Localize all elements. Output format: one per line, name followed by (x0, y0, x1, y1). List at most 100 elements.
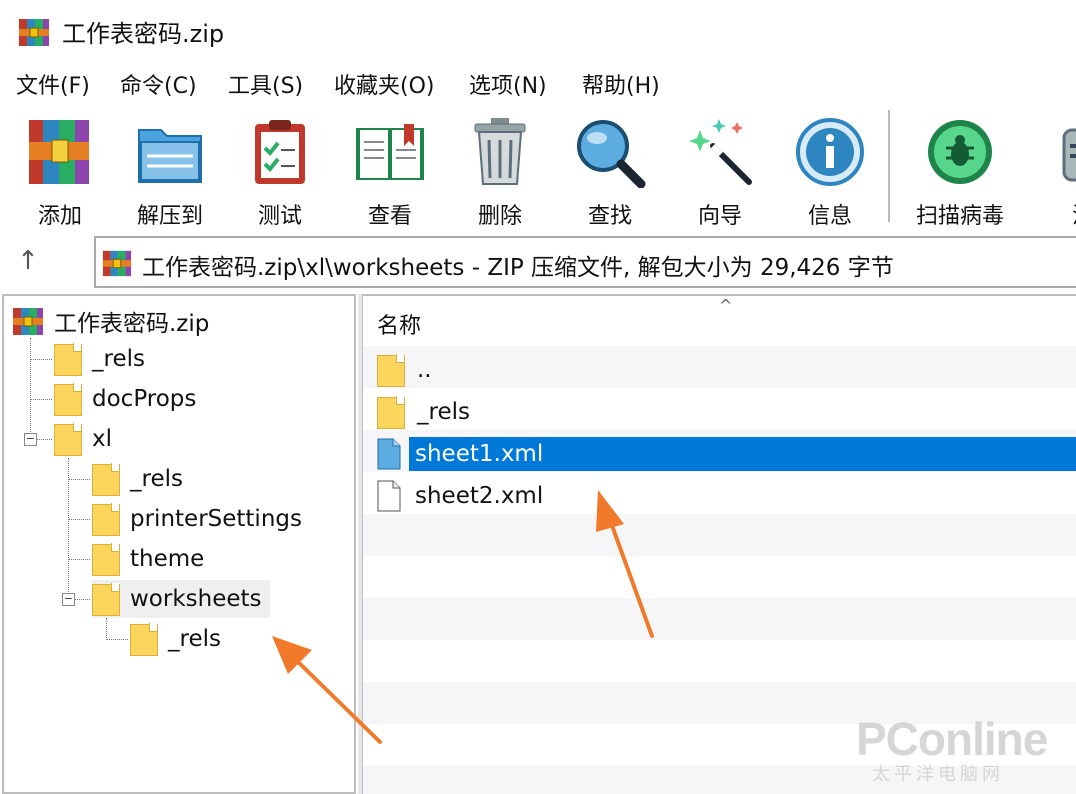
add-button[interactable]: 添加 (10, 112, 110, 230)
delete-label: 删除 (477, 204, 522, 229)
tree-connector (68, 479, 90, 480)
xml-file-icon (377, 438, 401, 470)
row-stripe (363, 346, 1076, 388)
wizard-button[interactable]: 向导 (670, 112, 770, 230)
tree-node-label: theme (130, 546, 205, 572)
window-title: 工作表密码.zip (62, 20, 225, 48)
view-label: 查看 (367, 204, 412, 229)
xml-file-icon (377, 480, 401, 512)
folder-icon (92, 463, 120, 496)
delete-trash-icon (474, 118, 526, 185)
delete-button[interactable]: 删除 (450, 112, 550, 230)
find-button[interactable]: 查找 (560, 112, 660, 230)
toolbar-separator (888, 110, 890, 222)
menu-bar: 文件(F) 命令(C) 工具(S) 收藏夹(O) 选项(N) 帮助(H) (0, 64, 1076, 100)
extract-to-label: 解压到 (136, 204, 203, 229)
folder-icon (54, 423, 82, 456)
view-book-icon (356, 124, 424, 180)
folder-icon (54, 343, 82, 376)
tree-node-rels[interactable]: _rels (54, 340, 145, 378)
add-label: 添加 (37, 204, 82, 229)
tree-connector (106, 639, 128, 640)
folder-icon (377, 396, 405, 429)
list-row-label: .. (417, 357, 432, 383)
folder-icon (130, 623, 158, 656)
test-label: 测试 (257, 204, 302, 229)
tree-node-label: _rels (168, 626, 221, 652)
menu-options[interactable]: 选项(N) (469, 68, 547, 100)
tree-node-label: _rels (92, 346, 145, 372)
folder-icon (54, 383, 82, 416)
list-row-sheet1[interactable]: sheet1.xml (377, 434, 1076, 474)
virus-scan-label: 扫描病毒 (915, 204, 1004, 229)
extract-to-icon (138, 129, 202, 183)
list-row-label: _rels (417, 399, 470, 425)
test-button[interactable]: 测试 (230, 112, 330, 230)
list-row-label: sheet2.xml (415, 483, 544, 509)
list-row-sheet2[interactable]: sheet2.xml (377, 476, 549, 516)
tree-connector (36, 439, 52, 440)
watermark-logo: PConline (856, 713, 1048, 765)
folder-icon (92, 583, 120, 616)
watermark-subtitle: 太平洋电脑网 (872, 764, 1004, 785)
tree-node-xl[interactable]: xl (54, 420, 112, 458)
winrar-archive-icon (102, 250, 132, 277)
tree-node-docprops[interactable]: docProps (54, 380, 196, 418)
folder-tree: 工作表密码.zip − _rels docProps xl − _rels pr… (2, 294, 356, 794)
tree-root[interactable]: 工作表密码.zip (12, 302, 209, 340)
virus-scan-button[interactable]: 扫描病毒 (910, 112, 1010, 230)
list-row-label: sheet1.xml (409, 437, 1076, 471)
comment-icon (1062, 128, 1076, 182)
folder-icon (92, 543, 120, 576)
list-row-rels[interactable]: _rels (377, 392, 476, 432)
tree-node-label: worksheets (130, 586, 262, 612)
tree-connector (106, 618, 107, 638)
tree-connector (68, 559, 90, 560)
tree-node-label: printerSettings (130, 506, 302, 532)
menu-favorites[interactable]: 收藏夹(O) (334, 68, 434, 100)
up-folder-arrow-icon[interactable]: ↑ (14, 246, 42, 276)
menu-help[interactable]: 帮助(H) (582, 68, 660, 100)
info-button[interactable]: 信息 (780, 112, 880, 230)
view-button[interactable]: 查看 (340, 112, 440, 230)
tree-node-printersettings[interactable]: printerSettings (92, 500, 302, 538)
toolbar: 添加 解压到 测试 查看 删除 查找 向导 信息 扫描病毒 (0, 102, 1076, 232)
tree-node-label: _rels (130, 466, 183, 492)
tree-connector (30, 359, 52, 360)
extract-to-button[interactable]: 解压到 (120, 112, 220, 230)
collapse-worksheets-toggle[interactable]: − (62, 593, 75, 606)
comment-label: 注 (1016, 198, 1076, 230)
folder-icon (377, 354, 405, 387)
column-header-name[interactable]: 名称 (377, 308, 421, 340)
comment-button[interactable]: 注 (1016, 112, 1076, 230)
wizard-label: 向导 (697, 204, 742, 229)
tree-node-xl-rels[interactable]: _rels (92, 460, 183, 498)
find-magnifier-icon (577, 120, 646, 188)
tree-connector (30, 338, 31, 438)
add-archive-icon (29, 120, 89, 184)
tree-root-label: 工作表密码.zip (54, 311, 210, 337)
address-field[interactable]: 工作表密码.zip\xl\worksheets - ZIP 压缩文件, 解包大小… (94, 236, 1076, 288)
menu-file[interactable]: 文件(F) (16, 68, 90, 100)
tree-node-worksheets-rels[interactable]: _rels (130, 620, 221, 658)
tree-node-theme[interactable]: theme (92, 540, 204, 578)
winrar-archive-icon (13, 308, 43, 335)
collapse-xl-toggle[interactable]: − (24, 433, 37, 446)
sort-ascending-icon: ^ (719, 296, 733, 315)
winrar-app-icon (19, 19, 49, 46)
tree-node-label: docProps (92, 386, 197, 412)
menu-commands[interactable]: 命令(C) (120, 68, 197, 100)
title-bar: 工作表密码.zip (0, 0, 1076, 64)
menu-tools[interactable]: 工具(S) (228, 68, 303, 100)
find-label: 查找 (587, 204, 632, 229)
folder-icon (92, 503, 120, 536)
address-bar: ↑ 工作表密码.zip\xl\worksheets - ZIP 压缩文件, 解包… (0, 234, 1076, 290)
tree-connector (68, 519, 90, 520)
test-icon (255, 120, 305, 184)
tree-node-worksheets[interactable]: worksheets (92, 580, 270, 618)
info-label: 信息 (807, 204, 852, 229)
wizard-wand-icon (689, 119, 752, 185)
row-stripe (363, 598, 1076, 640)
list-row-parent[interactable]: .. (377, 350, 438, 390)
address-path: 工作表密码.zip\xl\worksheets - ZIP 压缩文件, 解包大小… (142, 255, 894, 281)
